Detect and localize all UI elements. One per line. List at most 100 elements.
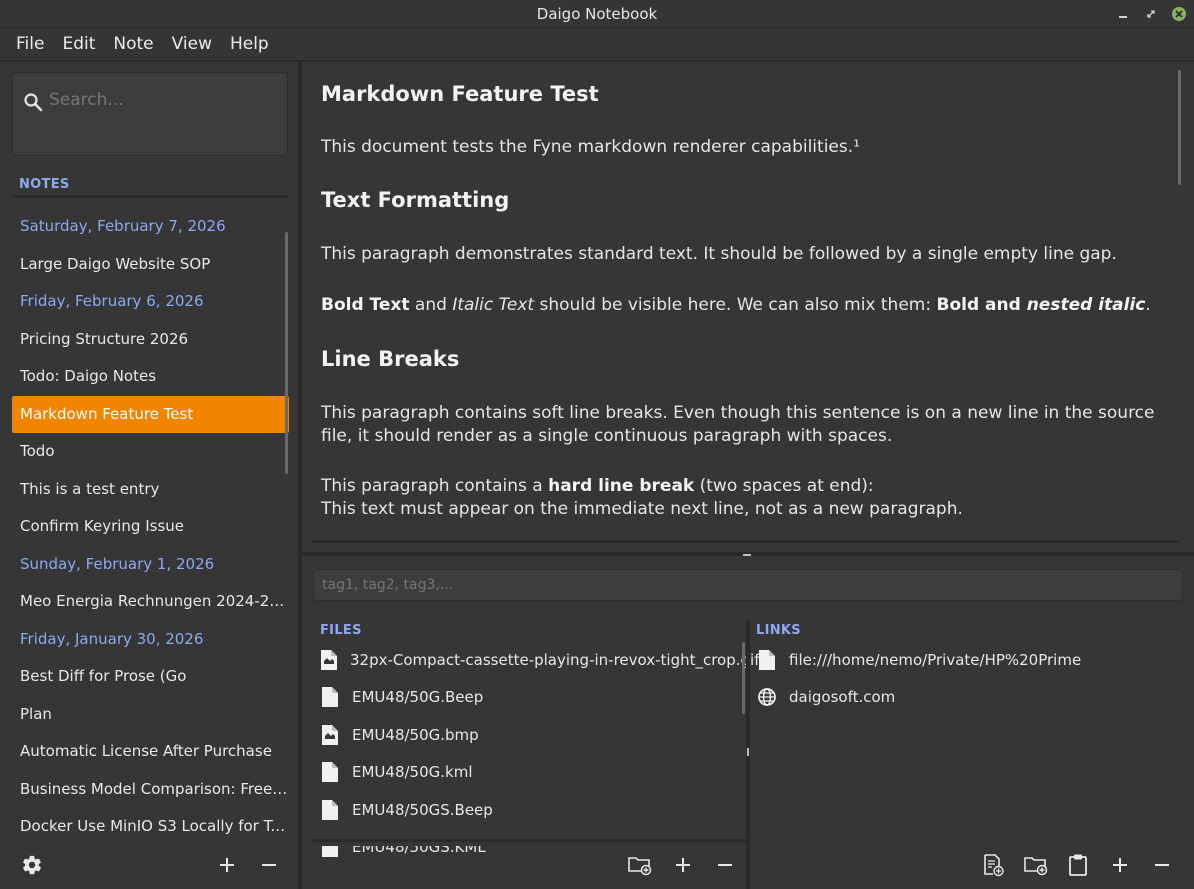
files-scrollbar[interactable] — [742, 642, 745, 714]
paste-link-button[interactable] — [1065, 854, 1091, 880]
links-list: file:///home/nemo/Private/HP%20Prime daig… — [757, 641, 1177, 716]
and-text: and — [409, 295, 453, 315]
file-list-item[interactable]: 32px-Compact-cassette-playing-in-revox-t… — [320, 641, 760, 679]
note-list-item[interactable]: Meo Energia Rechnungen 2024-2026 — [12, 583, 289, 621]
add-folder-link-button[interactable] — [1023, 854, 1049, 880]
add-link-button[interactable] — [1107, 854, 1133, 880]
title-bar: Daigo Notebook — [0, 0, 1194, 28]
editor-scrollbar[interactable] — [1178, 70, 1181, 185]
doc-title: Markdown Feature Test — [321, 82, 599, 106]
note-list-item[interactable]: Business Model Comparison: Freemi... — [12, 771, 289, 809]
close-icon[interactable] — [1172, 7, 1186, 21]
italic-text: Italic Text — [452, 295, 535, 315]
note-list-item[interactable]: Todo — [12, 433, 289, 471]
image-file-icon — [320, 724, 340, 746]
files-links-splitter-handle[interactable] — [747, 748, 749, 756]
date-header: Sunday, February 1, 2026 — [20, 554, 215, 573]
file-name: EMU48/50G.Beep — [352, 688, 484, 707]
search-input[interactable] — [49, 90, 269, 110]
note-list-item[interactable]: Pricing Structure 2026 — [12, 321, 289, 359]
remove-file-button[interactable] — [712, 854, 738, 880]
date-header: Friday, February 6, 2026 — [20, 292, 204, 310]
links-section-label: LINKS — [756, 623, 801, 638]
menu-note[interactable]: Note — [113, 34, 153, 54]
link-url: file:///home/nemo/Private/HP%20Prime — [789, 650, 1082, 669]
hard-line2-text: This text must appear on the immediate n… — [321, 499, 963, 519]
mix-text: should be visible here. We can also mix … — [534, 295, 937, 315]
note-list-item[interactable]: This is a test entry — [12, 471, 289, 509]
paragraph-soft-breaks: This paragraph contains soft line breaks… — [321, 403, 1155, 446]
add-note-link-button[interactable] — [980, 854, 1006, 880]
note-list-item[interactable]: Best Diff for Prose (Go — [12, 658, 289, 696]
search-box[interactable] — [12, 72, 288, 156]
file-icon — [320, 761, 340, 783]
menu-edit[interactable]: Edit — [62, 34, 95, 54]
remove-note-button[interactable] — [256, 854, 282, 880]
note-list-item[interactable]: Docker Use MinIO S3 Locally for Tes... — [12, 808, 289, 846]
add-file-button[interactable] — [670, 854, 696, 880]
gear-icon — [21, 854, 43, 880]
add-note-button[interactable] — [214, 854, 240, 880]
clipboard-icon — [1068, 853, 1088, 881]
file-list-item[interactable]: EMU48/50GS.Beep — [320, 791, 740, 829]
notes-divider — [12, 195, 289, 198]
attachments-toolbar — [302, 844, 1194, 889]
file-name: EMU48/50GS.Beep — [352, 800, 493, 819]
files-list: 32px-Compact-cassette-playing-in-revox-t… — [320, 641, 760, 866]
files-section-label: FILES — [320, 623, 362, 638]
folder-add-icon — [627, 854, 653, 880]
doc-intro: This document tests the Fyne markdown re… — [321, 137, 860, 157]
plus-icon — [219, 857, 235, 877]
maximize-icon[interactable] — [1144, 7, 1158, 21]
heading-line-breaks: Line Breaks — [321, 347, 460, 371]
menu-file[interactable]: File — [16, 34, 44, 54]
file-list-item[interactable]: EMU48/50G.bmp — [320, 716, 740, 754]
file-icon — [757, 649, 777, 671]
menu-view[interactable]: View — [172, 34, 212, 54]
file-icon — [320, 686, 340, 708]
menu-help[interactable]: Help — [230, 34, 269, 54]
search-icon — [23, 92, 43, 112]
file-name: EMU48/50G.kml — [352, 763, 473, 782]
notes-list: Saturday, February 7, 2026 Large Daigo We… — [12, 208, 289, 846]
bold-and-text: Bold and — [936, 295, 1027, 315]
editor-divider — [312, 540, 1180, 543]
folder-add-icon — [1023, 854, 1049, 880]
minimize-icon[interactable] — [1116, 7, 1130, 21]
heading-text-formatting: Text Formatting — [321, 188, 510, 212]
markdown-view: Markdown Feature Test This document test… — [302, 62, 1194, 552]
tags-input[interactable] — [313, 569, 1183, 601]
hard-suffix-text: (two spaces at end): — [694, 476, 874, 496]
hard-prefix-text: This paragraph contains a — [321, 476, 549, 496]
note-list-item[interactable]: Confirm Keyring Issue — [12, 508, 289, 546]
image-file-icon — [320, 649, 338, 671]
add-folder-button[interactable] — [627, 854, 653, 880]
window-controls — [1116, 0, 1186, 28]
file-list-item[interactable]: EMU48/50G.Beep — [320, 679, 740, 717]
date-header: Saturday, February 7, 2026 — [20, 217, 226, 235]
sidebar: NOTES Saturday, February 7, 2026 Large Da… — [0, 62, 300, 889]
paragraph-standard: This paragraph demonstrates standard tex… — [321, 244, 1117, 264]
link-list-item[interactable]: daigosoft.com — [757, 679, 1177, 717]
notes-section-label: NOTES — [19, 177, 70, 192]
link-list-item[interactable]: file:///home/nemo/Private/HP%20Prime — [757, 641, 1177, 679]
file-name: EMU48/50G.bmp — [352, 725, 479, 744]
period-text: . — [1145, 295, 1151, 315]
note-list-item[interactable]: Todo: Daigo Notes — [12, 358, 289, 396]
link-url: daigosoft.com — [789, 688, 896, 707]
bold-text: Bold Text — [321, 295, 410, 315]
remove-link-button[interactable] — [1149, 854, 1175, 880]
note-list-item[interactable]: Large Daigo Website SOP — [12, 246, 289, 284]
sidebar-toolbar — [0, 845, 300, 889]
settings-button[interactable] — [19, 854, 45, 880]
date-header: Friday, January 30, 2026 — [20, 629, 204, 648]
note-list-item[interactable]: Automatic License After Purchase — [12, 733, 289, 771]
minus-icon — [261, 857, 277, 877]
file-list-item[interactable]: EMU48/50G.kml — [320, 754, 740, 792]
notes-scrollbar[interactable] — [285, 232, 288, 474]
note-list-item[interactable]: Plan — [12, 696, 289, 734]
minus-icon — [1154, 857, 1170, 877]
nested-italic-text: nested italic — [1026, 295, 1146, 315]
file-name: 32px-Compact-cassette-playing-in-revox-t… — [350, 650, 760, 669]
note-list-item[interactable]: Markdown Feature Test — [12, 395, 289, 433]
